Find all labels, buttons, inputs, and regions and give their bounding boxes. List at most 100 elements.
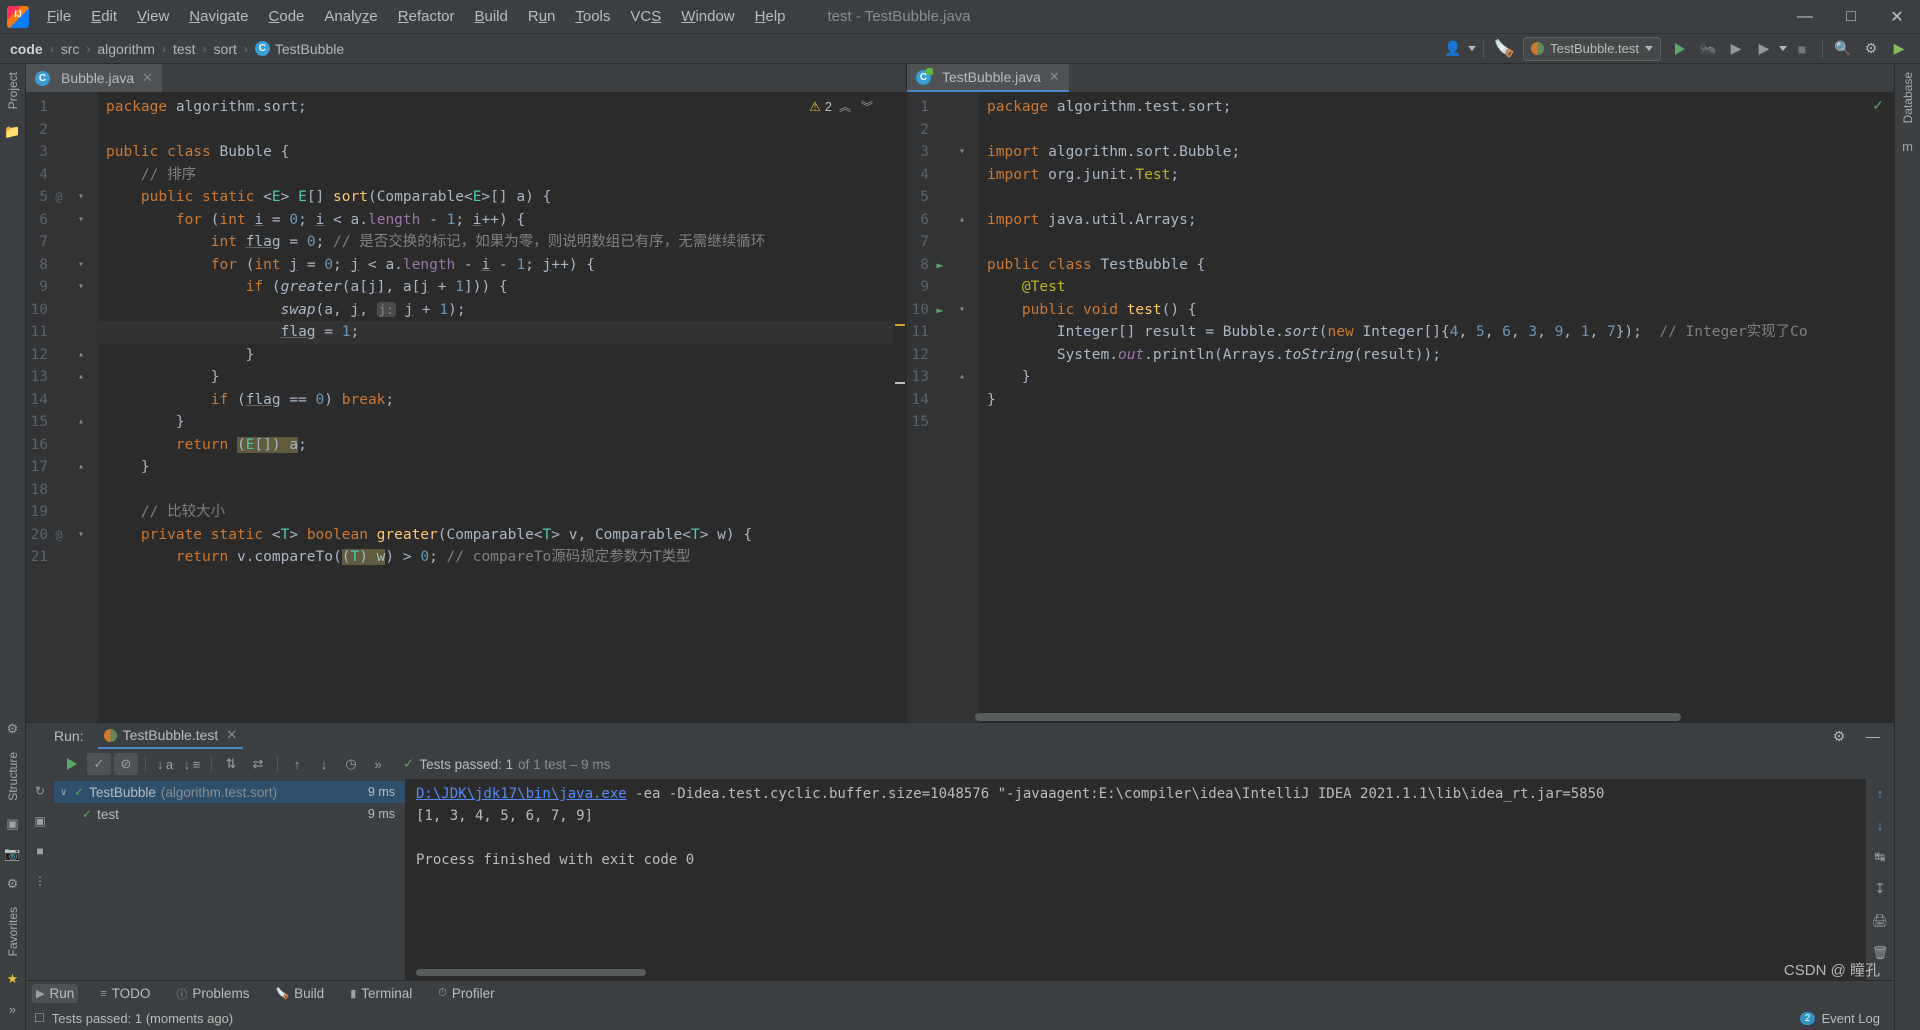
menu-edit[interactable]: Edit [81, 4, 127, 29]
collapse-all-icon[interactable]: ⇄ [246, 753, 270, 775]
run-test-gutter-icon[interactable]: ► [929, 254, 951, 277]
tool-window-terminal[interactable]: ▮ Terminal [346, 984, 416, 1003]
gutter-line[interactable]: 4 [26, 164, 98, 187]
previous-failed-icon[interactable]: ↑ [285, 753, 309, 775]
editor-tab-testbubble-java[interactable]: C TestBubble.java ✕ [907, 64, 1069, 92]
scroll-up-icon[interactable]: ↑ [1870, 783, 1890, 803]
marker-caret[interactable] [895, 382, 905, 384]
minimize-icon[interactable]: — [1860, 724, 1886, 748]
code-line[interactable]: Integer[] result = Bubble.sort(new Integ… [979, 321, 1894, 344]
close-icon[interactable]: ✕ [226, 727, 237, 743]
more-run-options-icon[interactable]: ▶ [1751, 37, 1777, 61]
code-line[interactable]: } [979, 366, 1894, 389]
run-console-output[interactable]: D:\JDK\jdk17\bin\java.exe -ea -Didea.tes… [406, 779, 1866, 980]
sidebar-item-favorites[interactable]: Favorites [4, 899, 22, 964]
code-line[interactable] [979, 119, 1894, 142]
gutter-line[interactable]: 16 [26, 434, 98, 457]
run-play-icon[interactable] [1667, 37, 1693, 61]
menu-bar[interactable]: File Edit View Navigate Code Analyze Ref… [37, 4, 796, 29]
fold-open-icon[interactable]: ▾ [70, 254, 92, 277]
fold-open-icon[interactable]: ▾ [70, 186, 92, 209]
breadcrumb-testbubble[interactable]: C TestBubble [254, 41, 344, 57]
gutter-line[interactable]: 7 [26, 231, 98, 254]
breadcrumb-src[interactable]: src [61, 41, 80, 57]
console-horizontal-scrollbar[interactable] [416, 969, 646, 976]
code-line[interactable] [98, 479, 894, 502]
gutter-line[interactable]: 3 [26, 141, 98, 164]
code-line[interactable]: private static <T> boolean greater(Compa… [98, 524, 894, 547]
fold-close-icon[interactable]: ▴ [951, 209, 973, 232]
override-marker-icon[interactable]: @ [48, 524, 70, 547]
gutter-line[interactable]: 9 [907, 276, 979, 299]
test-tree-row-test[interactable]: ✓ test 9 ms [54, 803, 405, 825]
sidebar-item-database[interactable]: Database [1899, 64, 1917, 131]
expand-all-icon[interactable]: ⇅ [219, 753, 243, 775]
minimize-button[interactable]: — [1782, 0, 1828, 34]
gutter-line[interactable]: 1 [907, 96, 979, 119]
code-line[interactable] [979, 231, 1894, 254]
menu-window[interactable]: Window [671, 4, 744, 29]
code-line[interactable]: } [98, 366, 894, 389]
code-line[interactable]: public class TestBubble { [979, 254, 1894, 277]
code-line[interactable]: import java.util.Arrays; [979, 209, 1894, 232]
tool-window-run[interactable]: ▶ Run [32, 984, 79, 1003]
code-line[interactable]: for (int j = 0; j < a.length - i - 1; j+… [98, 254, 894, 277]
code-line[interactable]: // 排序 [98, 164, 894, 187]
next-warning-icon[interactable]: ︾ [858, 98, 876, 115]
code-line[interactable]: return v.compareTo((T) w) > 0; // compar… [98, 546, 894, 569]
gutter-line[interactable]: 3 ▾ [907, 141, 979, 164]
editor-body-left[interactable]: 1 2 3 4 5 @ ▾ 6 ▾ 7 8 ▾ 9 ▾ 10 11 12 ▴ 13 ▴ 14 15 ▴ 16 17 ▴ 18 19 20… [26, 92, 906, 722]
fold-open-icon[interactable]: ▾ [70, 209, 92, 232]
build-icon[interactable]: ⚙ [2, 718, 24, 740]
gutter-line[interactable]: 7 [907, 231, 979, 254]
search-everywhere-icon[interactable]: 🔍 [1830, 37, 1856, 61]
code-line[interactable]: package algorithm.test.sort; [979, 96, 1894, 119]
event-log-widget[interactable]: 2 Event Log [1799, 1011, 1880, 1026]
sidebar-item-project[interactable]: Project [4, 64, 22, 117]
fold-open-icon[interactable]: ▾ [70, 524, 92, 547]
gutter-line[interactable]: 15 [907, 411, 979, 434]
fold-close-icon[interactable]: ▴ [70, 344, 92, 367]
test-results-tree[interactable]: ∨ ✓ TestBubble (algorithm.test.sort) 9 m… [54, 779, 406, 980]
tool-window-problems[interactable]: ⓘ Problems [172, 984, 253, 1004]
maven-icon[interactable]: m [1897, 135, 1919, 157]
scroll-to-end-icon[interactable]: ↧ [1870, 879, 1890, 899]
code-line[interactable]: System.out.println(Arrays.toString(resul… [979, 344, 1894, 367]
code-line[interactable]: public void test() { [979, 299, 1894, 322]
hammer-build-icon[interactable]: 🪚 [1491, 37, 1517, 61]
breadcrumb-code[interactable]: code [10, 41, 43, 57]
code-line[interactable]: for (int i = 0; i < a.length - 1; i++) { [98, 209, 894, 232]
folder-icon[interactable]: 📁 [2, 121, 24, 143]
gutter-line[interactable]: 11 [26, 321, 98, 344]
test-history-icon[interactable]: ◷ [339, 753, 363, 775]
code-line[interactable]: import algorithm.sort.Bubble; [979, 141, 1894, 164]
fold-open-icon[interactable]: ▾ [70, 276, 92, 299]
override-marker-icon[interactable]: @ [48, 186, 70, 209]
sidebar-item-structure[interactable]: Structure [4, 744, 22, 809]
gutter-line[interactable]: 6 ▴ [907, 209, 979, 232]
editor-code-right[interactable]: package algorithm.test.sort; import algo… [979, 92, 1894, 722]
sort-alphabetically-icon[interactable]: ↓ a [153, 753, 177, 775]
gutter-line[interactable]: 5 [907, 186, 979, 209]
stop-icon[interactable]: ■ [30, 841, 50, 861]
code-line[interactable]: if (greater(a[j], a[j + 1])) { [98, 276, 894, 299]
inspection-warning-widget[interactable]: ⚠ 2 ︽ ︾ [809, 98, 876, 115]
stop-square-icon[interactable]: ■ [1789, 37, 1815, 61]
gutter-line[interactable]: 4 [907, 164, 979, 187]
editor-marker-strip-left[interactable] [894, 92, 906, 722]
gutter-line[interactable]: 18 [26, 479, 98, 502]
code-line[interactable]: swap(a, j, j: j + 1); [98, 299, 894, 322]
gutter-line[interactable]: 11 [907, 321, 979, 344]
gutter-line[interactable]: 20 @ ▾ [26, 524, 98, 547]
code-line[interactable] [979, 411, 1894, 434]
run-configuration-selector[interactable]: TestBubble.test [1523, 36, 1661, 61]
gutter-line[interactable]: 13 ▴ [907, 366, 979, 389]
rerun-icon[interactable]: ↻ [30, 781, 50, 801]
expand-arrow-icon[interactable]: ∨ [60, 787, 74, 798]
close-icon[interactable]: ✕ [1049, 69, 1060, 85]
code-line[interactable]: flag = 1; [98, 321, 894, 344]
print-icon[interactable]: 🖨 [1870, 911, 1890, 931]
tool-window-profiler[interactable]: ⏱ Profiler [434, 984, 498, 1003]
run-test-gutter-icon[interactable]: ► [929, 299, 951, 322]
menu-view[interactable]: View [127, 4, 179, 29]
